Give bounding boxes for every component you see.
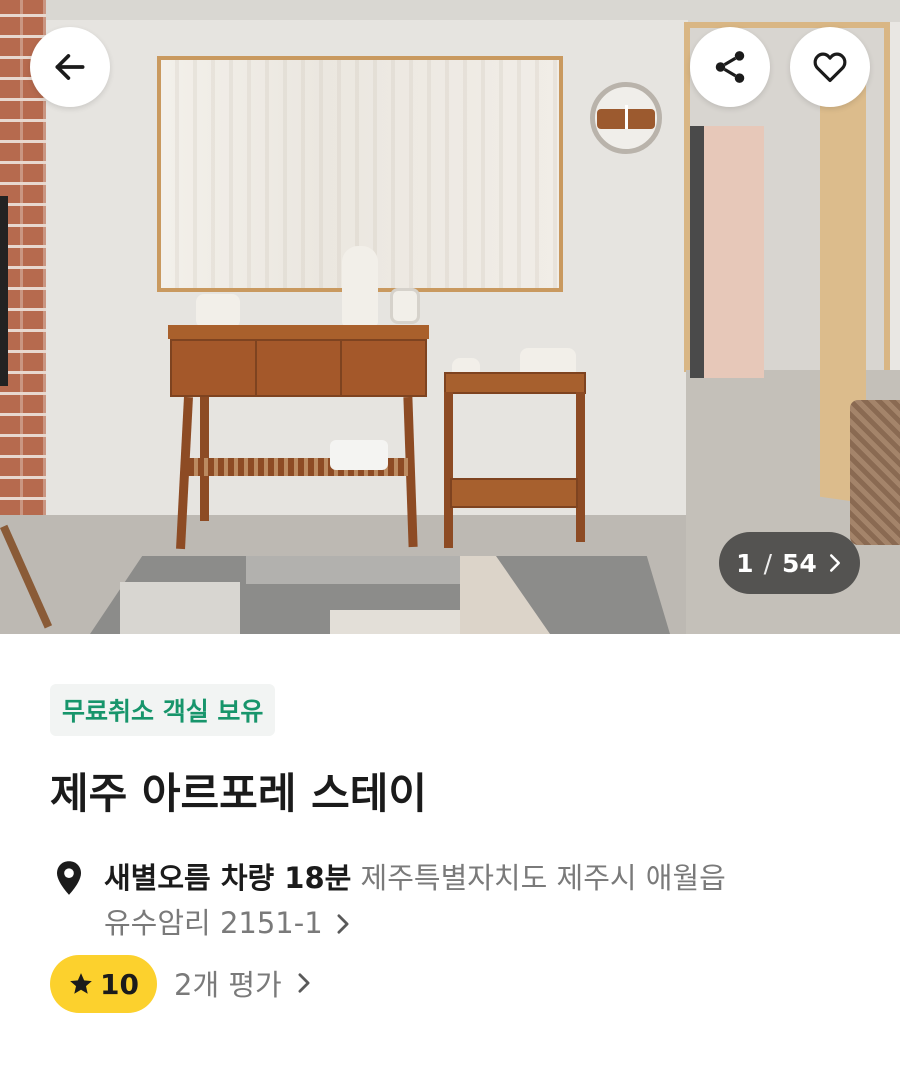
photo-rug-pattern xyxy=(330,610,460,634)
rating-value: 10 xyxy=(100,967,139,1001)
photo-rug-pattern xyxy=(120,582,240,634)
photo-tv xyxy=(0,196,8,386)
share-icon xyxy=(715,51,745,83)
photo-rolls xyxy=(330,440,388,470)
photo-fridge xyxy=(690,126,764,378)
chevron-right-icon xyxy=(337,913,349,934)
location-highlight: 새별오름 차량 18분 xyxy=(104,861,352,895)
heart-icon xyxy=(813,52,847,83)
wishlist-button[interactable] xyxy=(790,27,870,107)
photo-counter-current: 1 xyxy=(736,548,754,578)
photo-ceiling xyxy=(0,0,900,22)
address-line2: 유수암리 2151-1 xyxy=(104,906,323,940)
rating-badge: 10 xyxy=(50,955,157,1013)
photo-leg xyxy=(444,392,453,548)
chevron-right-icon xyxy=(829,554,840,572)
location-link[interactable]: 새별오름 차량 18분 제주특별자치도 제주시 애월읍 유수암리 2151-1 xyxy=(104,856,824,948)
arrow-left-icon xyxy=(55,54,85,80)
photo-frame xyxy=(390,288,420,324)
photo-cart-shelf xyxy=(450,478,578,508)
photo-leg xyxy=(576,392,585,542)
photo-cart-top xyxy=(444,372,586,394)
photo-clock xyxy=(590,82,662,154)
free-cancel-badge: 무료취소 객실 보유 xyxy=(50,684,276,736)
photo-clock-small xyxy=(196,294,240,328)
address-line1: 제주특별자치도 제주시 애월읍 xyxy=(360,861,726,895)
photo-bust xyxy=(342,246,378,326)
location-pin-icon xyxy=(57,861,81,895)
review-count: 2개 평가 xyxy=(174,968,282,1002)
share-button[interactable] xyxy=(690,27,770,107)
chevron-right-icon xyxy=(298,973,310,993)
photo-counter-total: 54 xyxy=(782,548,817,578)
star-icon xyxy=(70,973,92,994)
photo-basket xyxy=(850,400,900,545)
photo-counter-separator: / xyxy=(763,548,773,578)
photo-rug-pattern xyxy=(246,556,462,584)
reviews-link[interactable]: 2개 평가 xyxy=(174,962,312,1004)
photo-console-drawers xyxy=(170,339,427,397)
photo-console-top xyxy=(168,325,429,339)
back-button[interactable] xyxy=(30,27,110,107)
listing-title: 제주 아르포레 스테이 xyxy=(50,769,428,818)
photo-counter[interactable]: 1 / 54 xyxy=(719,532,860,594)
